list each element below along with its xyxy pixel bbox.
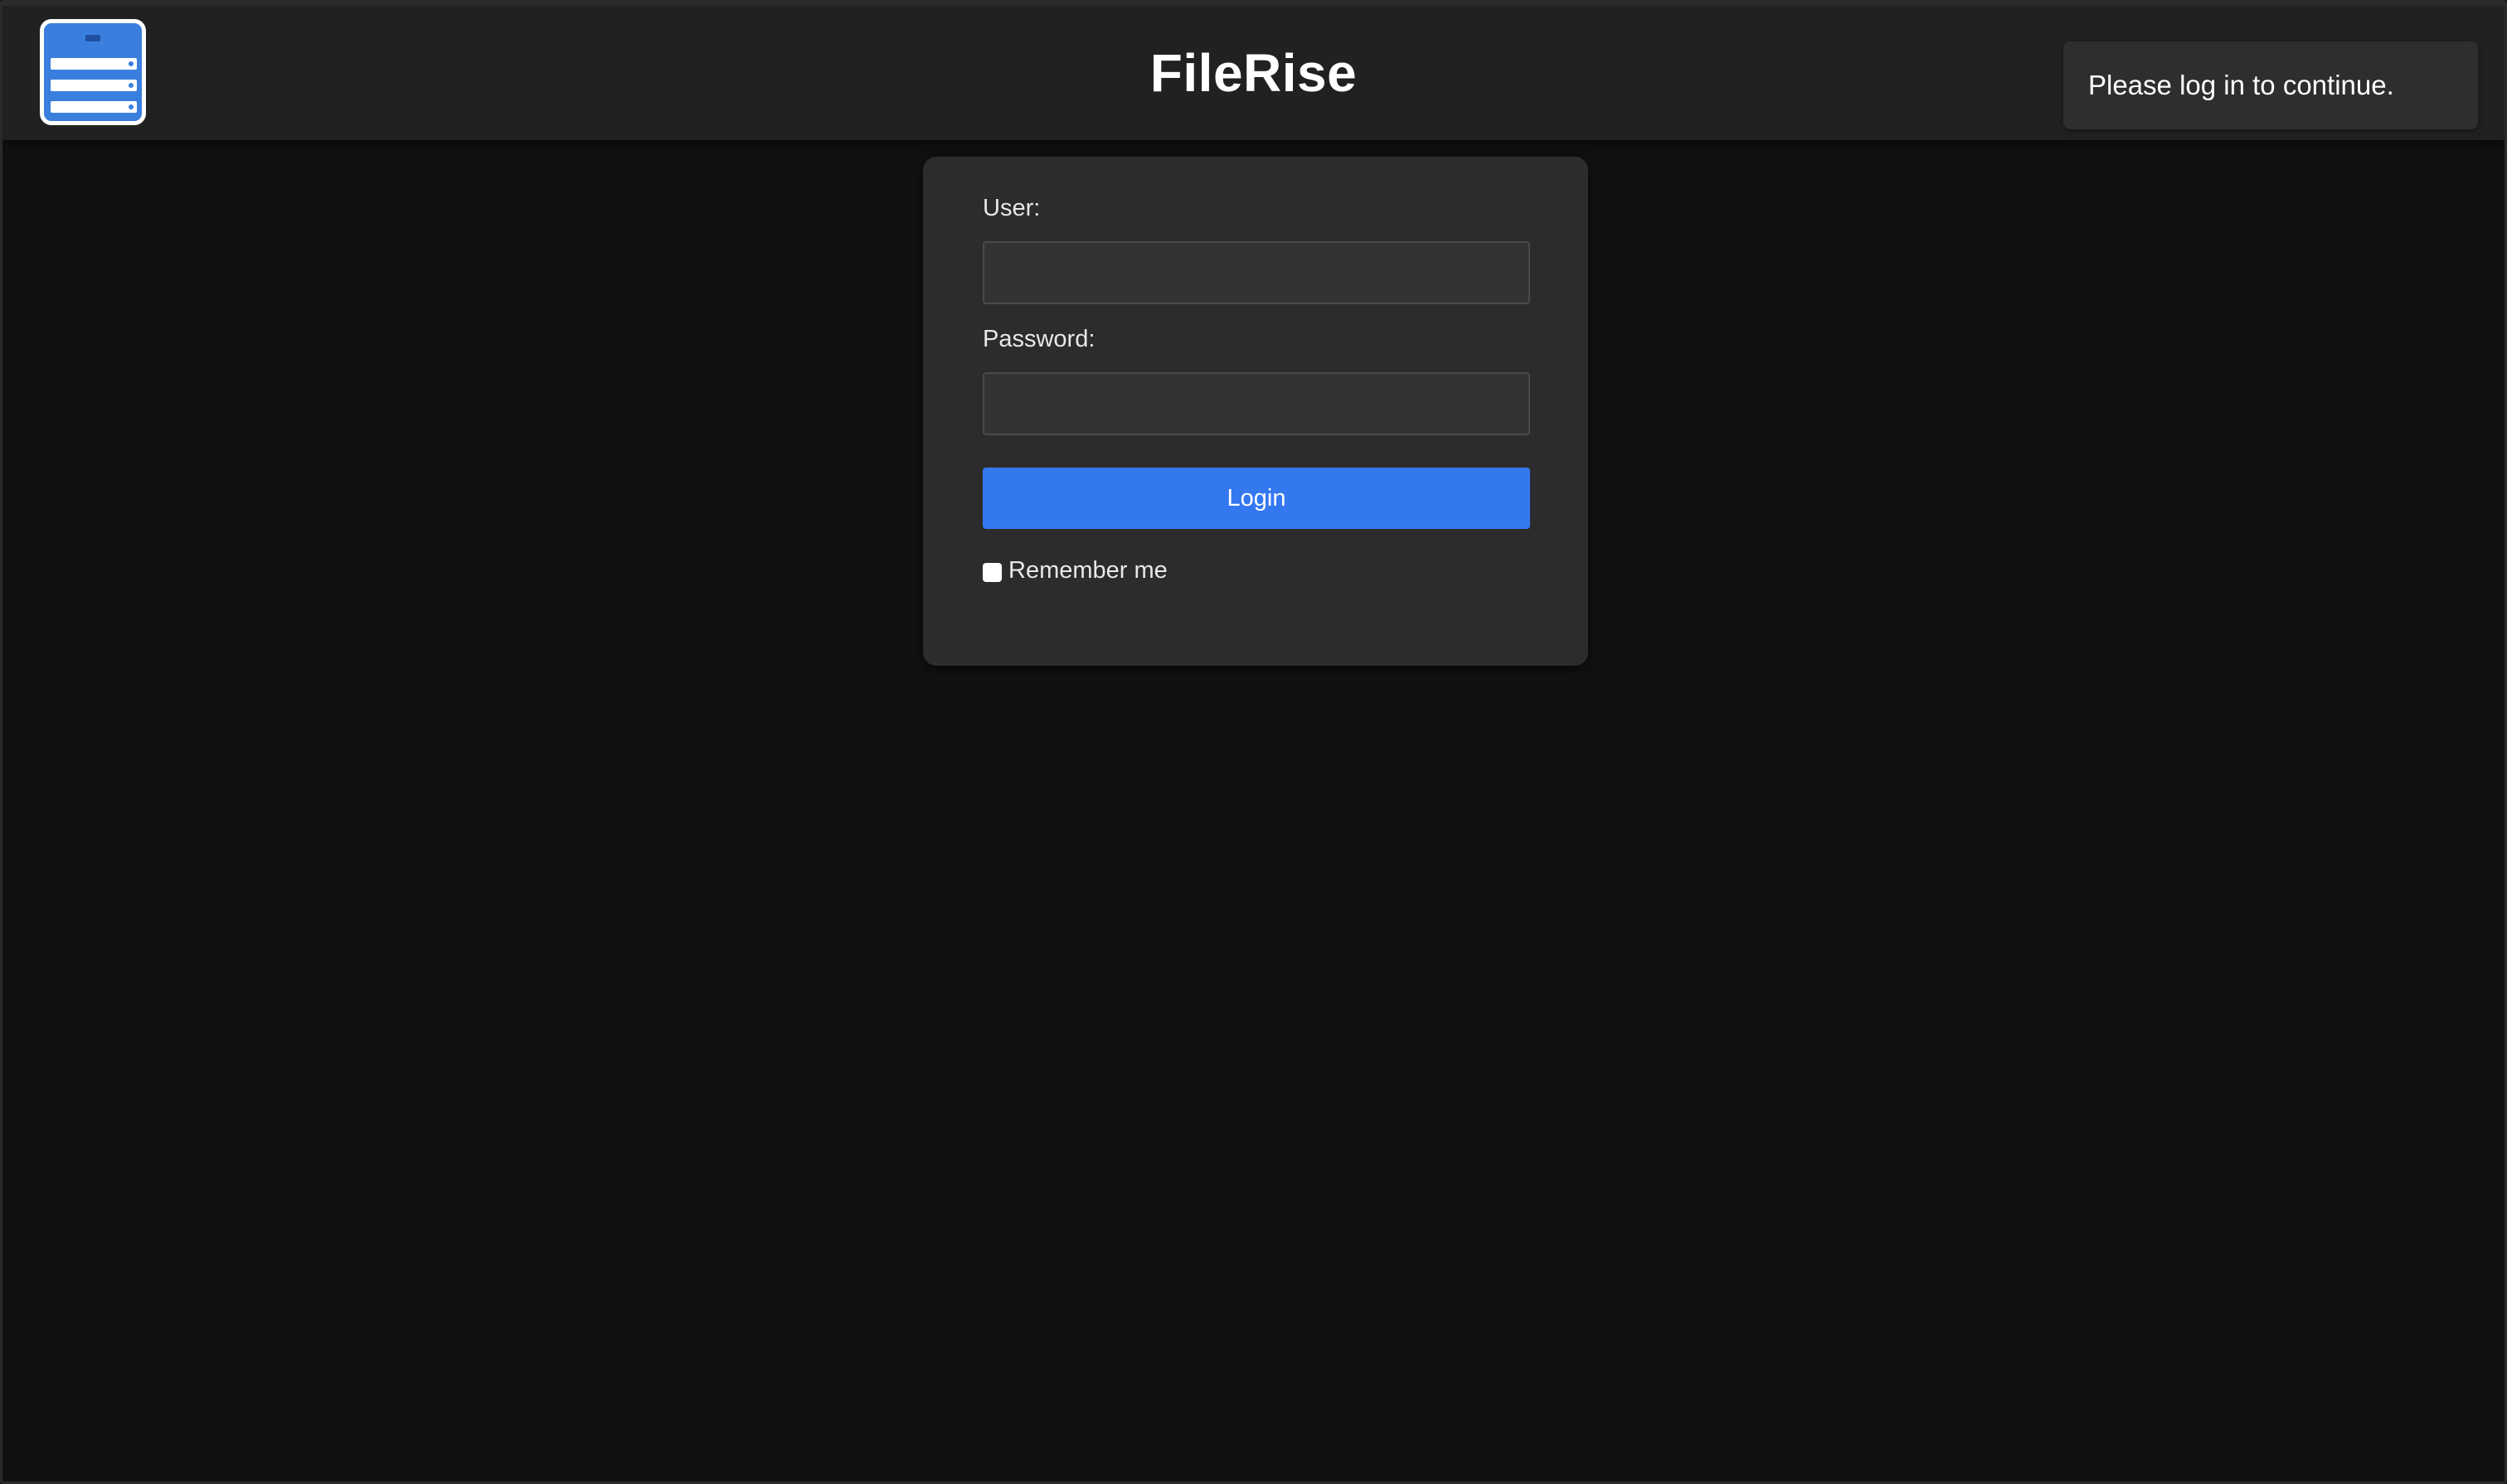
- login-card: User: Password: Login Remember me: [923, 157, 1588, 666]
- toast-message: Please log in to continue.: [2088, 70, 2394, 100]
- login-button[interactable]: Login: [983, 468, 1530, 529]
- remember-me-label: Remember me: [1008, 557, 1168, 584]
- remember-me-row[interactable]: Remember me: [983, 557, 1168, 584]
- password-input[interactable]: [983, 372, 1530, 435]
- login-required-toast: Please log in to continue.: [2063, 41, 2478, 129]
- password-label: Password:: [983, 326, 1096, 352]
- user-label: User:: [983, 195, 1041, 221]
- user-input[interactable]: [983, 241, 1530, 304]
- app-window: FileRise Please log in to continue. User…: [0, 0, 2507, 1484]
- logo-slot: [85, 35, 100, 41]
- remember-me-checkbox[interactable]: [983, 562, 1002, 582]
